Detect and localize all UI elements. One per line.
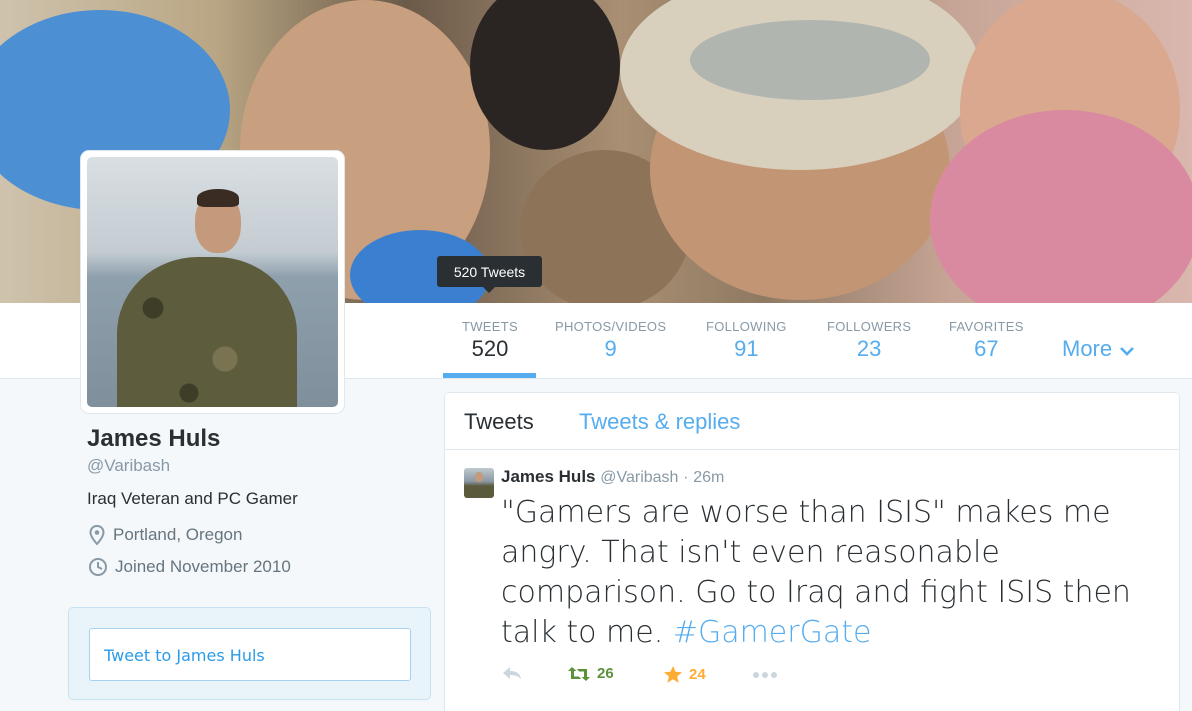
more-actions-button[interactable]	[752, 671, 778, 679]
reply-icon	[503, 667, 521, 679]
joined-text: Joined November 2010	[115, 557, 291, 576]
stat-value: 520	[471, 336, 509, 361]
stat-label: FOLLOWERS	[827, 319, 912, 334]
location-text: Portland, Oregon	[113, 525, 243, 544]
profile-location: Portland, Oregon	[88, 525, 242, 545]
profile-avatar[interactable]	[87, 157, 338, 407]
star-icon	[664, 666, 682, 683]
stat-label: PHOTOS/VIDEOS	[555, 319, 667, 334]
timeline: Tweets Tweets & replies James Huls @Vari…	[444, 392, 1180, 711]
nav-stat-photos-videos[interactable]: PHOTOS/VIDEOS 9	[555, 319, 666, 362]
avatar-figure-hair	[197, 189, 239, 207]
more-label: More	[1062, 336, 1113, 361]
tweet-hashtag-link[interactable]: #GamerGate	[673, 615, 872, 650]
tab-tweets-and-replies[interactable]: Tweets & replies	[579, 409, 740, 435]
tab-tweets[interactable]: Tweets	[464, 409, 534, 435]
active-tab-indicator	[443, 373, 536, 378]
avatar-figure-body	[117, 257, 297, 407]
reply-button[interactable]	[501, 665, 523, 681]
stat-value: 23	[856, 336, 882, 361]
profile-joined: Joined November 2010	[88, 557, 291, 577]
tweet-text: "Gamers are worse than ISIS" makes me an…	[501, 493, 1151, 653]
tweet-to-input[interactable]: Tweet to James Huls	[89, 628, 411, 681]
nav-stat-tweets[interactable]: TWEETS 520	[462, 319, 518, 362]
banner-shape	[470, 0, 620, 150]
profile-handle[interactable]: @Varibash	[87, 456, 170, 476]
more-dropdown-button[interactable]: More	[1062, 336, 1135, 362]
favorite-button[interactable]: 24	[663, 665, 706, 684]
timeline-tabs: Tweets Tweets & replies	[445, 393, 1179, 450]
tweet-to-panel: Tweet to James Huls	[68, 607, 431, 700]
nav-stat-favorites[interactable]: FAVORITES 67	[949, 319, 1024, 362]
ellipsis-icon	[753, 672, 777, 678]
retweet-button[interactable]: 26	[567, 665, 614, 682]
chevron-down-icon	[1120, 347, 1135, 356]
tweet-separator: ·	[683, 469, 689, 486]
stat-value: 91	[734, 336, 759, 361]
profile-name[interactable]: James Huls	[87, 425, 220, 453]
nav-stat-followers[interactable]: FOLLOWERS 23	[827, 319, 911, 362]
retweet-icon	[568, 666, 590, 681]
favorite-count: 24	[689, 666, 706, 683]
banner-shape	[690, 20, 930, 100]
stat-value: 9	[604, 336, 617, 361]
stat-label: TWEETS	[462, 319, 518, 334]
tweet-timestamp[interactable]: 26m	[693, 469, 724, 486]
stat-label: FAVORITES	[949, 319, 1024, 334]
tweet-actions: 26 24	[501, 665, 901, 695]
nav-stat-following[interactable]: FOLLOWING 91	[706, 319, 787, 362]
tweet-author-name[interactable]: James Huls	[501, 467, 596, 486]
tweet-avatar[interactable]	[464, 468, 494, 498]
profile-avatar-frame	[81, 151, 344, 413]
stat-value: 67	[974, 336, 999, 361]
tweet-author-handle[interactable]: @Varibash	[600, 469, 678, 486]
clock-icon	[89, 558, 107, 576]
retweet-count: 26	[597, 665, 614, 682]
tweet-header: James Huls @Varibash · 26m	[501, 467, 724, 487]
stat-label: FOLLOWING	[706, 319, 787, 334]
profile-bio: Iraq Veteran and PC Gamer	[87, 489, 298, 508]
location-pin-icon	[89, 525, 105, 545]
tweets-count-tooltip: 520 Tweets	[437, 256, 542, 293]
